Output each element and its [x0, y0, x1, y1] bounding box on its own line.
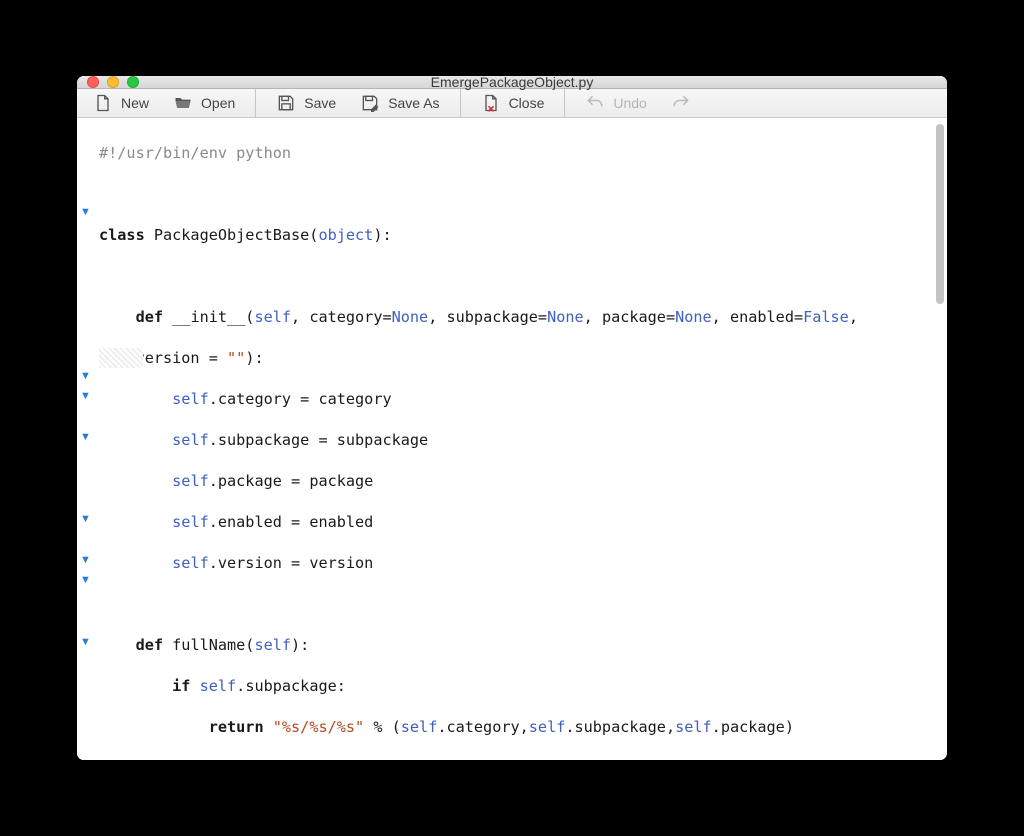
redo-icon	[671, 93, 691, 113]
close-file-icon	[481, 93, 501, 113]
save-button[interactable]: Save	[266, 89, 346, 117]
fold-marker-icon[interactable]: ▼	[80, 371, 91, 382]
fold-marker-icon[interactable]: ▼	[80, 555, 91, 566]
toolbar-separator	[564, 89, 565, 117]
vertical-scrollbar[interactable]	[933, 118, 947, 760]
fold-marker-icon[interactable]: ▼	[80, 637, 91, 648]
open-label: Open	[201, 95, 235, 111]
toolbar-separator	[460, 89, 461, 117]
save-as-icon	[360, 93, 380, 113]
fold-marker-icon[interactable]: ▼	[80, 575, 91, 586]
scrollbar-thumb[interactable]	[936, 124, 944, 304]
open-button[interactable]: Open	[163, 89, 245, 117]
save-as-label: Save As	[388, 95, 439, 111]
toolbar-separator	[255, 89, 256, 117]
editor-window: EmergePackageObject.py New Open Save	[77, 76, 947, 760]
redo-button[interactable]	[661, 89, 701, 117]
titlebar: EmergePackageObject.py	[77, 76, 947, 89]
fold-gutter[interactable]: ▼ ▼ ▼ ▼ ▼ ▼ ▼ ▼	[77, 118, 99, 760]
wrap-indicator	[99, 348, 143, 368]
close-label: Close	[509, 95, 545, 111]
new-file-icon	[93, 93, 113, 113]
undo-label: Undo	[613, 95, 646, 111]
undo-icon	[585, 93, 605, 113]
fold-marker-icon[interactable]: ▼	[80, 207, 91, 218]
editor-area[interactable]: ▼ ▼ ▼ ▼ ▼ ▼ ▼ ▼ #!/usr/bin/env python cl…	[77, 118, 947, 760]
fold-marker-icon[interactable]: ▼	[80, 514, 91, 525]
new-label: New	[121, 95, 149, 111]
save-icon	[276, 93, 296, 113]
close-button[interactable]: Close	[471, 89, 555, 117]
fold-marker-icon[interactable]: ▼	[80, 391, 91, 402]
folder-open-icon	[173, 93, 193, 113]
save-label: Save	[304, 95, 336, 111]
undo-button[interactable]: Undo	[575, 89, 656, 117]
window-title: EmergePackageObject.py	[77, 76, 947, 90]
toolbar: New Open Save Save As Close	[77, 89, 947, 118]
new-button[interactable]: New	[83, 89, 159, 117]
save-as-button[interactable]: Save As	[350, 89, 449, 117]
fold-marker-icon[interactable]: ▼	[80, 432, 91, 443]
code-text: #!/usr/bin/env python	[99, 144, 291, 162]
code-editor[interactable]: #!/usr/bin/env python class PackageObjec…	[99, 118, 933, 760]
